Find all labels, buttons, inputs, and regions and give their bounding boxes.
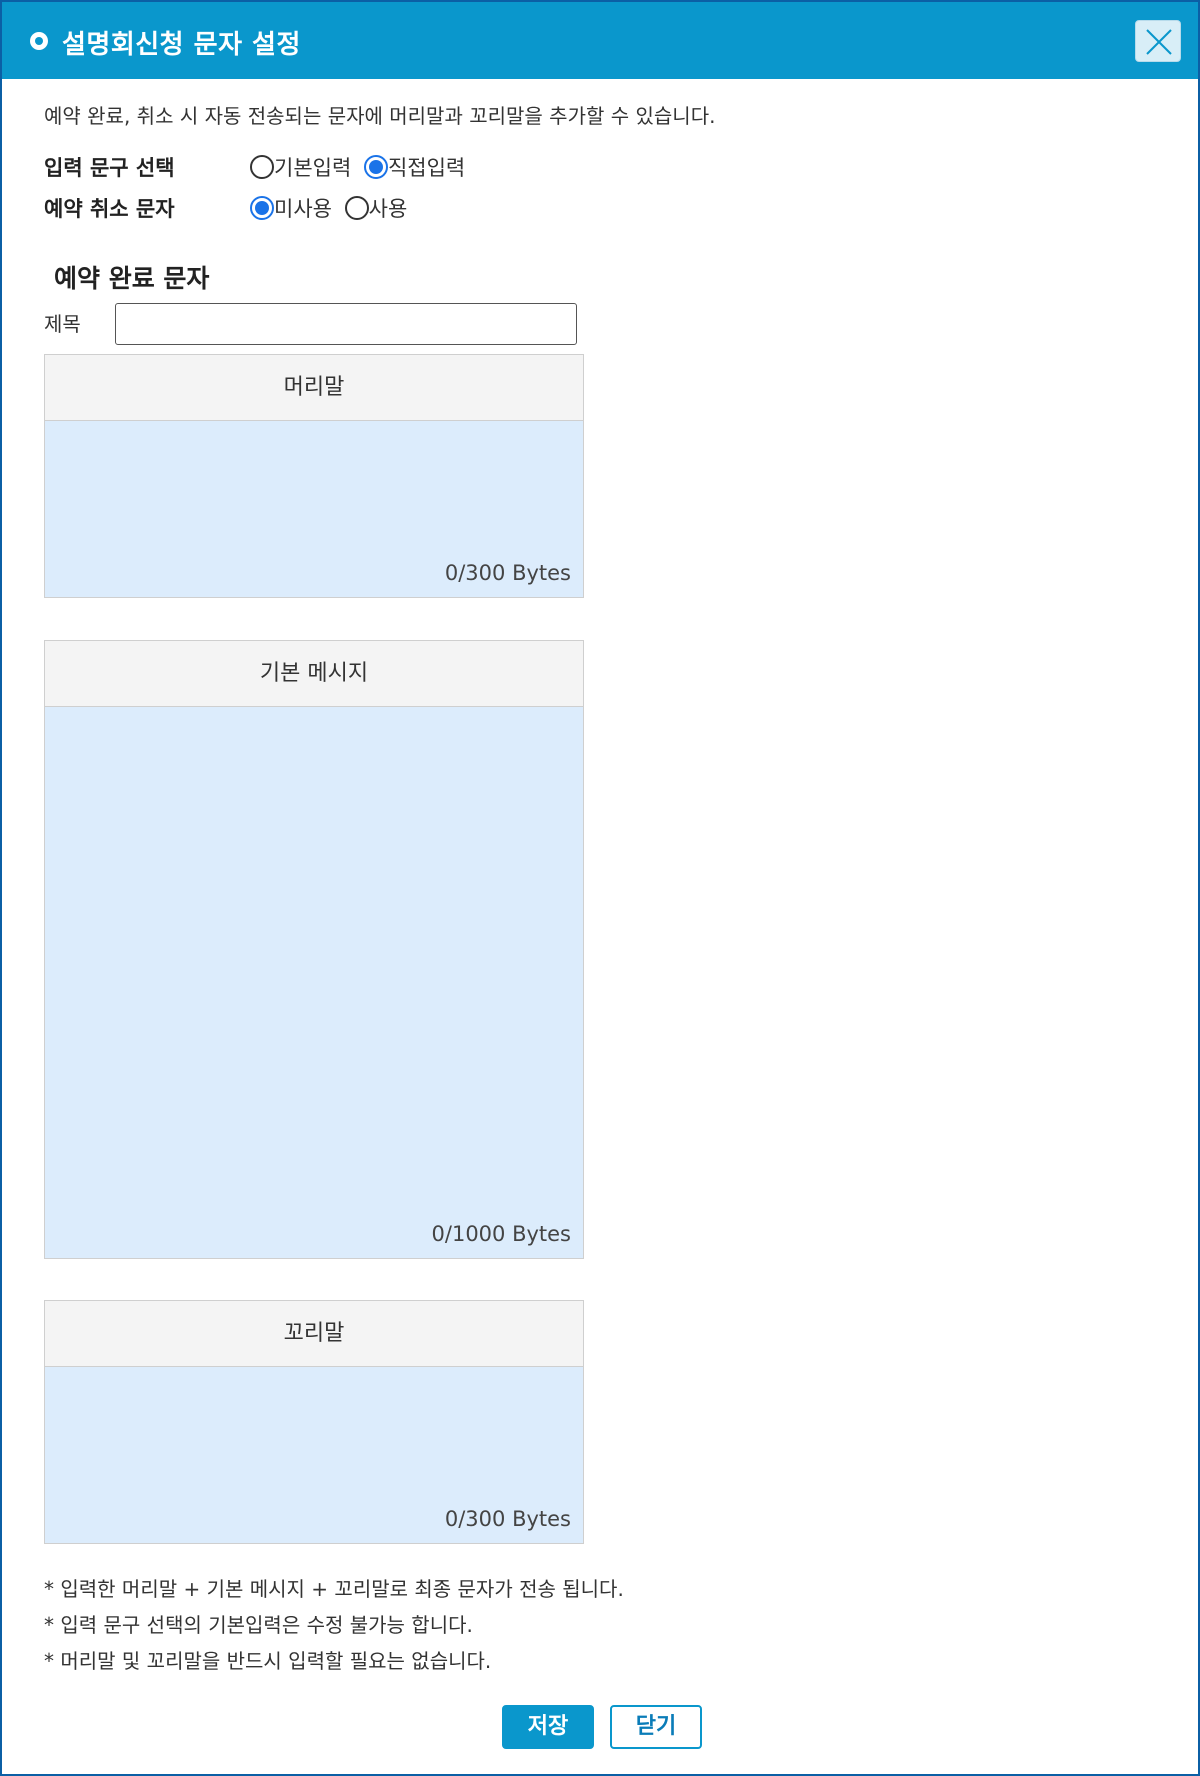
- note-line: * 입력한 머리말 + 기본 메시지 + 꼬리말로 최종 문자가 전송 됩니다.: [44, 1577, 624, 1601]
- radio-not-used-label[interactable]: 미사용: [274, 197, 332, 221]
- body-box-title: 기본 메시지: [45, 641, 583, 707]
- note-line: * 입력 문구 선택의 기본입력은 수정 불가능 합니다.: [44, 1613, 473, 1637]
- intro-text: 예약 완료, 취소 시 자동 전송되는 문자에 머리말과 꼬리말을 추가할 수 …: [44, 104, 716, 128]
- footer-textarea[interactable]: 0/300 Bytes: [45, 1367, 583, 1543]
- dialog-title: 설명회신청 문자 설정: [62, 30, 301, 60]
- header-box: 머리말 0/300 Bytes: [44, 354, 584, 598]
- radio-used-label[interactable]: 사용: [369, 197, 408, 221]
- note-line: * 머리말 및 꼬리말을 반드시 입력할 필요는 없습니다.: [44, 1649, 492, 1673]
- subject-label: 제목: [44, 312, 81, 336]
- footer-byte-counter: 0/300 Bytes: [444, 1507, 571, 1531]
- subject-input[interactable]: [115, 303, 577, 345]
- sms-settings-dialog: 설명회신청 문자 설정 예약 완료, 취소 시 자동 전송되는 문자에 머리말과…: [0, 0, 1200, 1776]
- footer-box-title: 꼬리말: [45, 1301, 583, 1367]
- cancel-message-label: 예약 취소 문자: [44, 197, 175, 221]
- save-button[interactable]: 저장: [502, 1705, 594, 1749]
- body-byte-counter: 0/1000 Bytes: [431, 1222, 571, 1246]
- header-byte-counter: 0/300 Bytes: [444, 561, 571, 585]
- cancel-message-row: 예약 취소 문자 미사용 사용: [44, 193, 407, 223]
- close-button[interactable]: [1135, 20, 1181, 62]
- close-icon: [1146, 29, 1172, 55]
- radio-direct-input[interactable]: [363, 155, 388, 179]
- input-phrase-row: 입력 문구 선택 기본입력 직접입력: [44, 152, 465, 182]
- title-bullet-icon: [30, 32, 48, 50]
- header-textarea[interactable]: 0/300 Bytes: [45, 421, 583, 597]
- footer-box: 꼬리말 0/300 Bytes: [44, 1300, 584, 1544]
- header-box-title: 머리말: [45, 355, 583, 421]
- radio-direct-input-label[interactable]: 직접입력: [388, 156, 465, 180]
- radio-not-used[interactable]: [250, 196, 274, 220]
- dialog-titlebar: 설명회신청 문자 설정: [2, 2, 1198, 79]
- cancel-message-radio-group: 미사용 사용: [250, 193, 413, 223]
- body-textarea[interactable]: 0/1000 Bytes: [45, 707, 583, 1258]
- radio-basic-input-label[interactable]: 기본입력: [274, 156, 351, 180]
- input-phrase-label: 입력 문구 선택: [44, 156, 175, 180]
- close-dialog-button[interactable]: 닫기: [610, 1705, 702, 1749]
- radio-basic-input[interactable]: [250, 155, 274, 179]
- radio-used[interactable]: [344, 196, 369, 220]
- input-phrase-radio-group: 기본입력 직접입력: [250, 152, 471, 182]
- body-box: 기본 메시지 0/1000 Bytes: [44, 640, 584, 1259]
- section-title: 예약 완료 문자: [54, 264, 210, 293]
